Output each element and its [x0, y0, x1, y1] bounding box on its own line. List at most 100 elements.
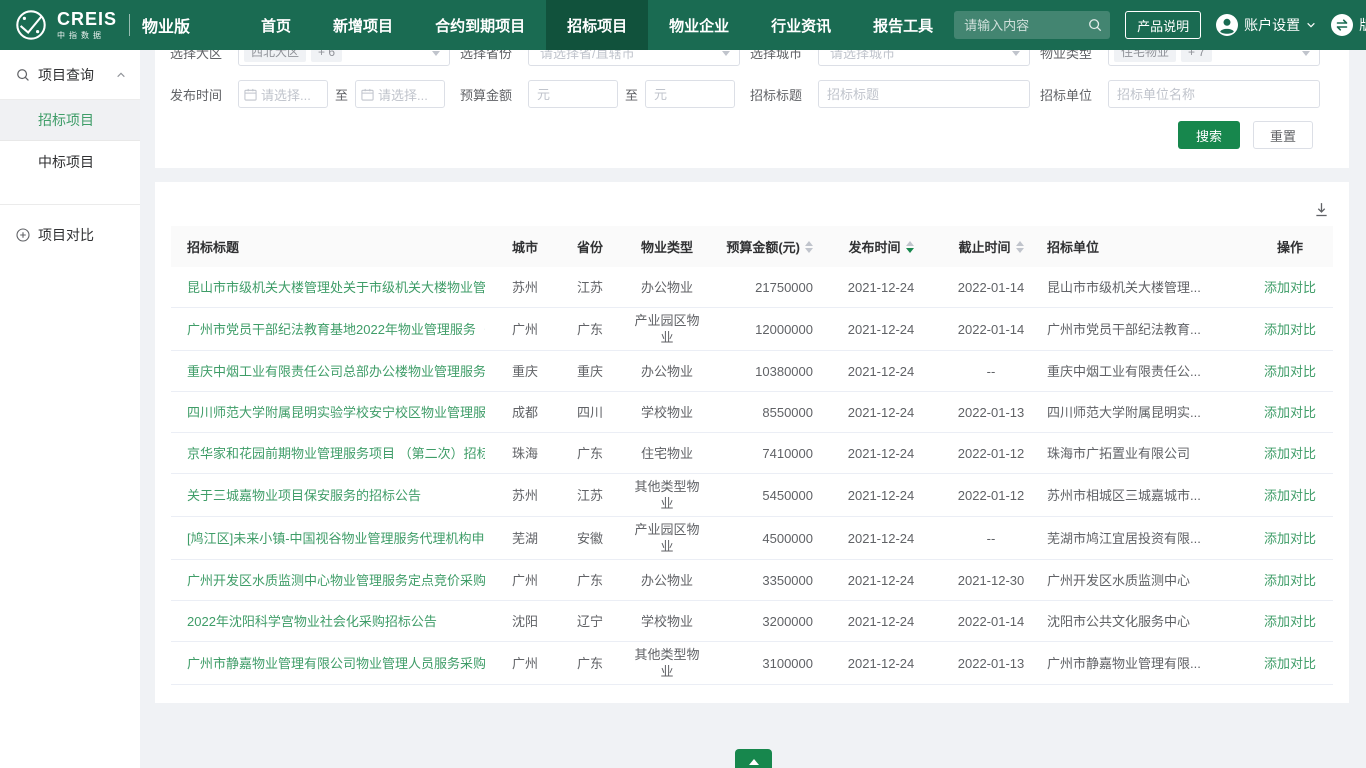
- download-icon[interactable]: [1314, 202, 1329, 217]
- province-cell: 安徽: [555, 530, 625, 547]
- province-cell: 江苏: [555, 279, 625, 296]
- add-compare-link[interactable]: 添加对比: [1264, 487, 1316, 504]
- budget-max-input[interactable]: [645, 80, 735, 108]
- bid-title-link[interactable]: 广州市党员干部纪法教育基地2022年物业管理服务（CZ...: [187, 321, 485, 338]
- table-row: 昆山市市级机关大楼管理处关于市级机关大楼物业管理服... 苏州 江苏 办公物业 …: [171, 267, 1333, 308]
- property-type-cell: 产业园区物业: [625, 521, 709, 555]
- bid-title-link[interactable]: 广州市静嘉物业管理有限公司物业管理人员服务采购项目...: [187, 655, 485, 672]
- back-to-top-button[interactable]: [735, 749, 772, 768]
- deadline-cell: 2022-01-14: [935, 321, 1047, 338]
- brand-logo: CREIS 中指数据 物业版: [0, 8, 190, 42]
- col-header-deadline[interactable]: 截止时间: [935, 237, 1047, 256]
- bid-title-link[interactable]: 四川师范大学附属昆明实验学校安宁校区物业管理服务采...: [187, 404, 485, 421]
- add-compare-link[interactable]: 添加对比: [1264, 445, 1316, 462]
- add-compare-link[interactable]: 添加对比: [1264, 530, 1316, 547]
- publish-date-start-picker[interactable]: 请选择...: [238, 80, 328, 108]
- sort-icons[interactable]: [906, 241, 914, 253]
- province-cell: 广东: [555, 572, 625, 589]
- bid-title-link[interactable]: 重庆中烟工业有限责任公司总部办公楼物业管理服务项目...: [187, 363, 485, 380]
- filter-bid-title-label: 招标标题: [750, 85, 806, 104]
- city-cell: 芜湖: [495, 530, 555, 547]
- col-header-province: 省份: [555, 237, 625, 256]
- table-body: 昆山市市级机关大楼管理处关于市级机关大楼物业管理服... 苏州 江苏 办公物业 …: [171, 267, 1333, 685]
- bid-title-link[interactable]: 昆山市市级机关大楼管理处关于市级机关大楼物业管理服...: [187, 279, 485, 296]
- budget-min-input[interactable]: [528, 80, 618, 108]
- deadline-cell: 2021-12-30: [935, 572, 1047, 589]
- col-header-budget[interactable]: 预算金额(元): [709, 237, 827, 256]
- deadline-cell: --: [935, 530, 1047, 547]
- nav-item-new-projects[interactable]: 新增项目: [312, 0, 414, 50]
- calendar-icon: [244, 88, 257, 101]
- table-header-row: 招标标题 城市 省份 物业类型 预算金额(元) 发布时间 截止时间 招标单位 操…: [171, 226, 1333, 267]
- col-header-unit: 招标单位: [1047, 237, 1247, 256]
- budget-cell: 12000000: [709, 321, 827, 338]
- bid-unit-cell: 芜湖市鸠江宜居投资有限...: [1047, 530, 1201, 547]
- reset-button[interactable]: 重置: [1253, 121, 1313, 149]
- sort-icons[interactable]: [805, 241, 813, 253]
- city-cell: 成都: [495, 404, 555, 421]
- publish-date-end-picker[interactable]: 请选择...: [355, 80, 445, 108]
- nav-item-industry-news[interactable]: 行业资讯: [750, 0, 852, 50]
- publish-date-cell: 2021-12-24: [827, 321, 935, 338]
- bid-title-input[interactable]: [818, 80, 1030, 108]
- nav-item-report-tools[interactable]: 报告工具: [852, 0, 954, 50]
- sort-icons[interactable]: [1016, 241, 1024, 253]
- property-type-cell: 其他类型物业: [625, 646, 709, 680]
- search-icon[interactable]: [1088, 18, 1102, 32]
- publish-date-start-placeholder: 请选择...: [261, 85, 311, 104]
- deadline-cell: 2022-01-12: [935, 487, 1047, 504]
- nav-item-contract-expiry[interactable]: 合约到期项目: [414, 0, 546, 50]
- product-doc-button[interactable]: 产品说明: [1125, 11, 1201, 39]
- account-settings[interactable]: 账户设置: [1216, 14, 1316, 36]
- add-compare-link[interactable]: 添加对比: [1264, 404, 1316, 421]
- filter-budget: 预算金额 至: [460, 80, 740, 108]
- budget-cell: 21750000: [709, 279, 827, 296]
- deadline-cell: --: [935, 363, 1047, 380]
- bid-title-link[interactable]: 2022年沈阳科学宫物业社会化采购招标公告: [187, 613, 437, 630]
- budget-cell: 10380000: [709, 363, 827, 380]
- brand-name: CREIS: [57, 10, 117, 28]
- bid-title-link[interactable]: 京华家和花园前期物业管理服务项目 （第二次）招标公告: [187, 445, 485, 462]
- filter-bid-title: 招标标题: [750, 80, 1030, 108]
- sidebar-item-won-projects[interactable]: 中标项目: [0, 141, 140, 182]
- publish-date-cell: 2021-12-24: [827, 279, 935, 296]
- deadline-cell: 2022-01-13: [935, 655, 1047, 672]
- budget-cell: 8550000: [709, 404, 827, 421]
- sidebar-item-bidding-projects[interactable]: 招标项目: [0, 100, 140, 141]
- add-compare-link[interactable]: 添加对比: [1264, 613, 1316, 630]
- property-type-cell: 办公物业: [625, 279, 709, 296]
- nav-item-property-companies[interactable]: 物业企业: [648, 0, 750, 50]
- property-type-cell: 办公物业: [625, 363, 709, 380]
- header-search-input[interactable]: [954, 11, 1110, 39]
- nav-item-bidding-projects[interactable]: 招标项目: [546, 0, 648, 50]
- add-compare-link[interactable]: 添加对比: [1264, 279, 1316, 296]
- add-compare-link[interactable]: 添加对比: [1264, 655, 1316, 672]
- caret-down-icon: [432, 51, 440, 56]
- bid-title-link[interactable]: 广州开发区水质监测中心物业管理服务定点竞价采购公告: [187, 572, 485, 589]
- sidebar-group-project-query[interactable]: 项目查询: [0, 50, 140, 100]
- bid-unit-input[interactable]: [1108, 80, 1320, 108]
- search-button[interactable]: 搜索: [1178, 121, 1240, 149]
- property-type-cell: 学校物业: [625, 613, 709, 630]
- nav-item-home[interactable]: 首页: [240, 0, 312, 50]
- swap-icon: [1331, 14, 1353, 36]
- add-compare-link[interactable]: 添加对比: [1264, 321, 1316, 338]
- version-label: 版本: [1359, 15, 1366, 35]
- bid-title-link[interactable]: 关于三城嘉物业项目保安服务的招标公告: [187, 487, 421, 504]
- property-type-cell: 住宅物业: [625, 445, 709, 462]
- col-header-type: 物业类型: [625, 237, 709, 256]
- col-header-publish[interactable]: 发布时间: [827, 237, 935, 256]
- add-compare-link[interactable]: 添加对比: [1264, 363, 1316, 380]
- add-compare-link[interactable]: 添加对比: [1264, 572, 1316, 589]
- bid-title-link[interactable]: [鸠江区]未来小镇-中国视谷物业管理服务代理机构申请公...: [187, 530, 485, 547]
- table-row: 广州市党员干部纪法教育基地2022年物业管理服务（CZ... 广州 广东 产业园…: [171, 308, 1333, 351]
- col-header-title: 招标标题: [171, 237, 495, 256]
- search-icon: [16, 68, 30, 82]
- budget-cell: 3100000: [709, 655, 827, 672]
- col-header-action: 操作: [1247, 237, 1333, 256]
- sidebar-item-project-compare[interactable]: 项目对比: [0, 205, 140, 265]
- version-switch[interactable]: 版本: [1331, 14, 1366, 36]
- bid-unit-cell: 苏州市相城区三城嘉城市...: [1047, 487, 1201, 504]
- budget-cell: 3200000: [709, 613, 827, 630]
- bid-unit-cell: 广州市静嘉物业管理有限...: [1047, 655, 1201, 672]
